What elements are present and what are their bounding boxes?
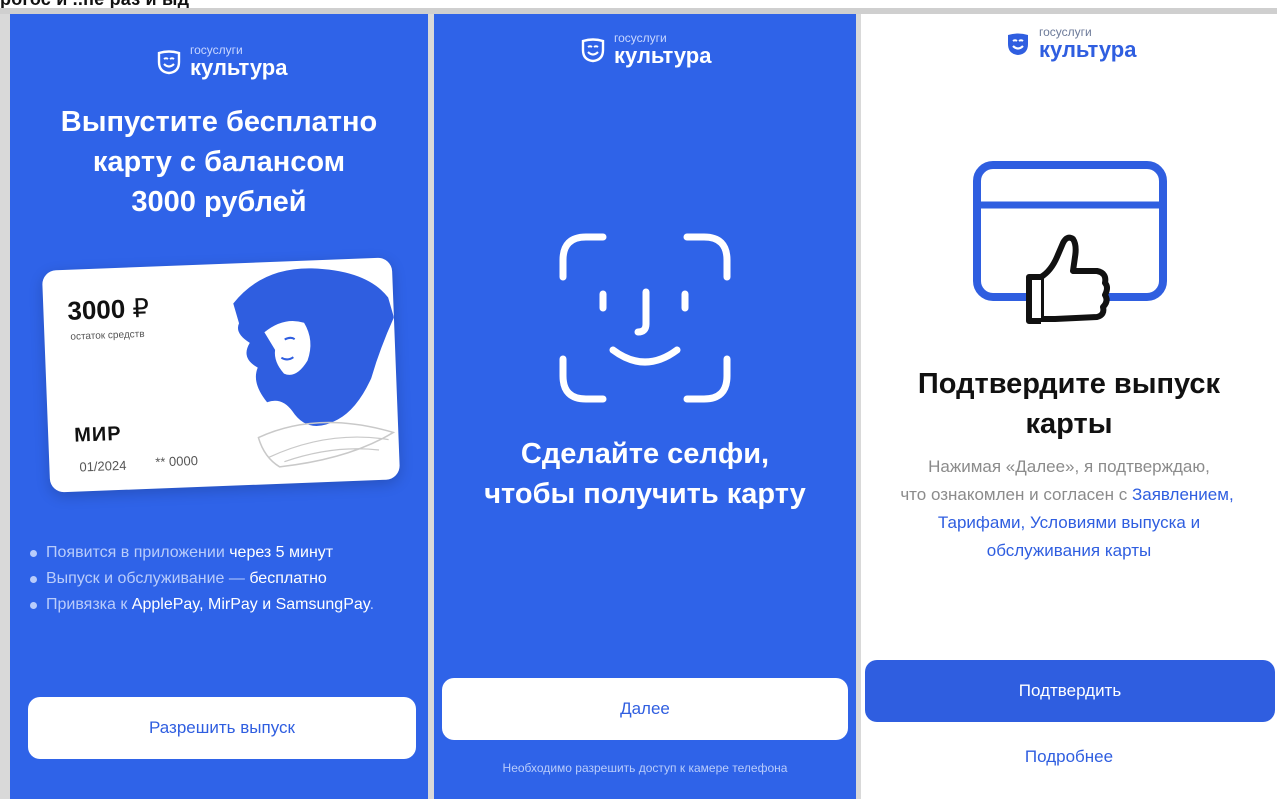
- headline-line: карту с балансом: [92, 146, 346, 178]
- headline-line: чтобы получить карту: [484, 478, 806, 510]
- camera-access-hint: Необходимо разрешить доступ к камере тел…: [502, 761, 788, 775]
- card-amount: 3000: [66, 293, 126, 326]
- headline-line: Сделайте селфи,: [520, 438, 770, 470]
- headline-line: Выпустите бесплатно: [60, 106, 378, 138]
- card-date: 01/2024: [79, 457, 127, 475]
- panel-selfie: госуслуги культура Сделайте селфи, чтобы…: [434, 14, 856, 799]
- gosuslugi-culture-logo: госуслуги культура: [1005, 26, 1136, 61]
- terms-line: что ознакомлен и согласен с Заявлением,: [900, 485, 1234, 504]
- next-button[interactable]: Далее: [442, 678, 848, 740]
- selfie-headline: Сделайте селфи, чтобы получить карту: [434, 434, 856, 514]
- benefits-list: Появится в приложении через 5 минут Выпу…: [28, 540, 418, 618]
- allow-issue-button[interactable]: Разрешить выпуск: [28, 697, 416, 759]
- panel-confirm: госуслуги культура Подтвердите выпуск ка…: [861, 14, 1277, 799]
- card-number: ** 0000: [155, 452, 199, 470]
- list-item: Выпуск и обслуживание — бесплатно: [28, 566, 418, 592]
- terms-line: Нажимая «Далее», я подтверждаю,: [928, 457, 1210, 476]
- terms-text: Нажимая «Далее», я подтверждаю, что озна…: [861, 453, 1277, 565]
- confirm-button[interactable]: Подтвердить: [865, 660, 1275, 722]
- list-item: Появится в приложении через 5 минут: [28, 540, 418, 566]
- offer-headline: Выпустите бесплатно карту с балансом 300…: [10, 102, 428, 222]
- logo-big-text: культура: [1039, 37, 1137, 62]
- pushkin-portrait-illustration: [233, 268, 396, 468]
- pushkin-card-image: 3000 ₽ остаток средств МИР 01/2024 ** 00…: [41, 257, 401, 493]
- panel-card-offer: госуслуги культура Выпустите бесплатно к…: [10, 14, 428, 799]
- theater-mask-icon: [157, 49, 181, 74]
- title-line: карты: [1025, 408, 1113, 440]
- logo-big-text: культура: [614, 43, 712, 68]
- tariffs-conditions-link[interactable]: Тарифами, Условиями выпуска и: [861, 509, 1277, 537]
- headline-line: 3000 рублей: [131, 186, 307, 218]
- title-line: Подтвердите выпуск: [917, 368, 1221, 400]
- card-balance: 3000 ₽: [67, 293, 150, 327]
- theater-mask-icon: [581, 37, 605, 62]
- confirm-title: Подтвердите выпуск карты: [861, 364, 1277, 444]
- card-service-link[interactable]: обслуживания карты: [861, 537, 1277, 565]
- card-currency: ₽: [131, 292, 150, 324]
- more-link[interactable]: Подробнее: [861, 747, 1277, 767]
- face-id-icon: [559, 233, 731, 403]
- logo-big-text: культура: [190, 55, 288, 80]
- gosuslugi-culture-logo: госуслуги культура: [156, 44, 287, 79]
- statement-link[interactable]: Заявлением,: [1132, 485, 1234, 504]
- gosuslugi-culture-logo: госуслуги культура: [580, 32, 711, 67]
- card-subtitle: остаток средств: [70, 328, 145, 343]
- theater-mask-icon: [1008, 33, 1028, 55]
- list-item: Привязка к ApplePay, MirPay и SamsungPay…: [28, 592, 418, 618]
- card-thumbs-up-icon: [973, 161, 1167, 324]
- mir-logo: МИР: [73, 422, 122, 447]
